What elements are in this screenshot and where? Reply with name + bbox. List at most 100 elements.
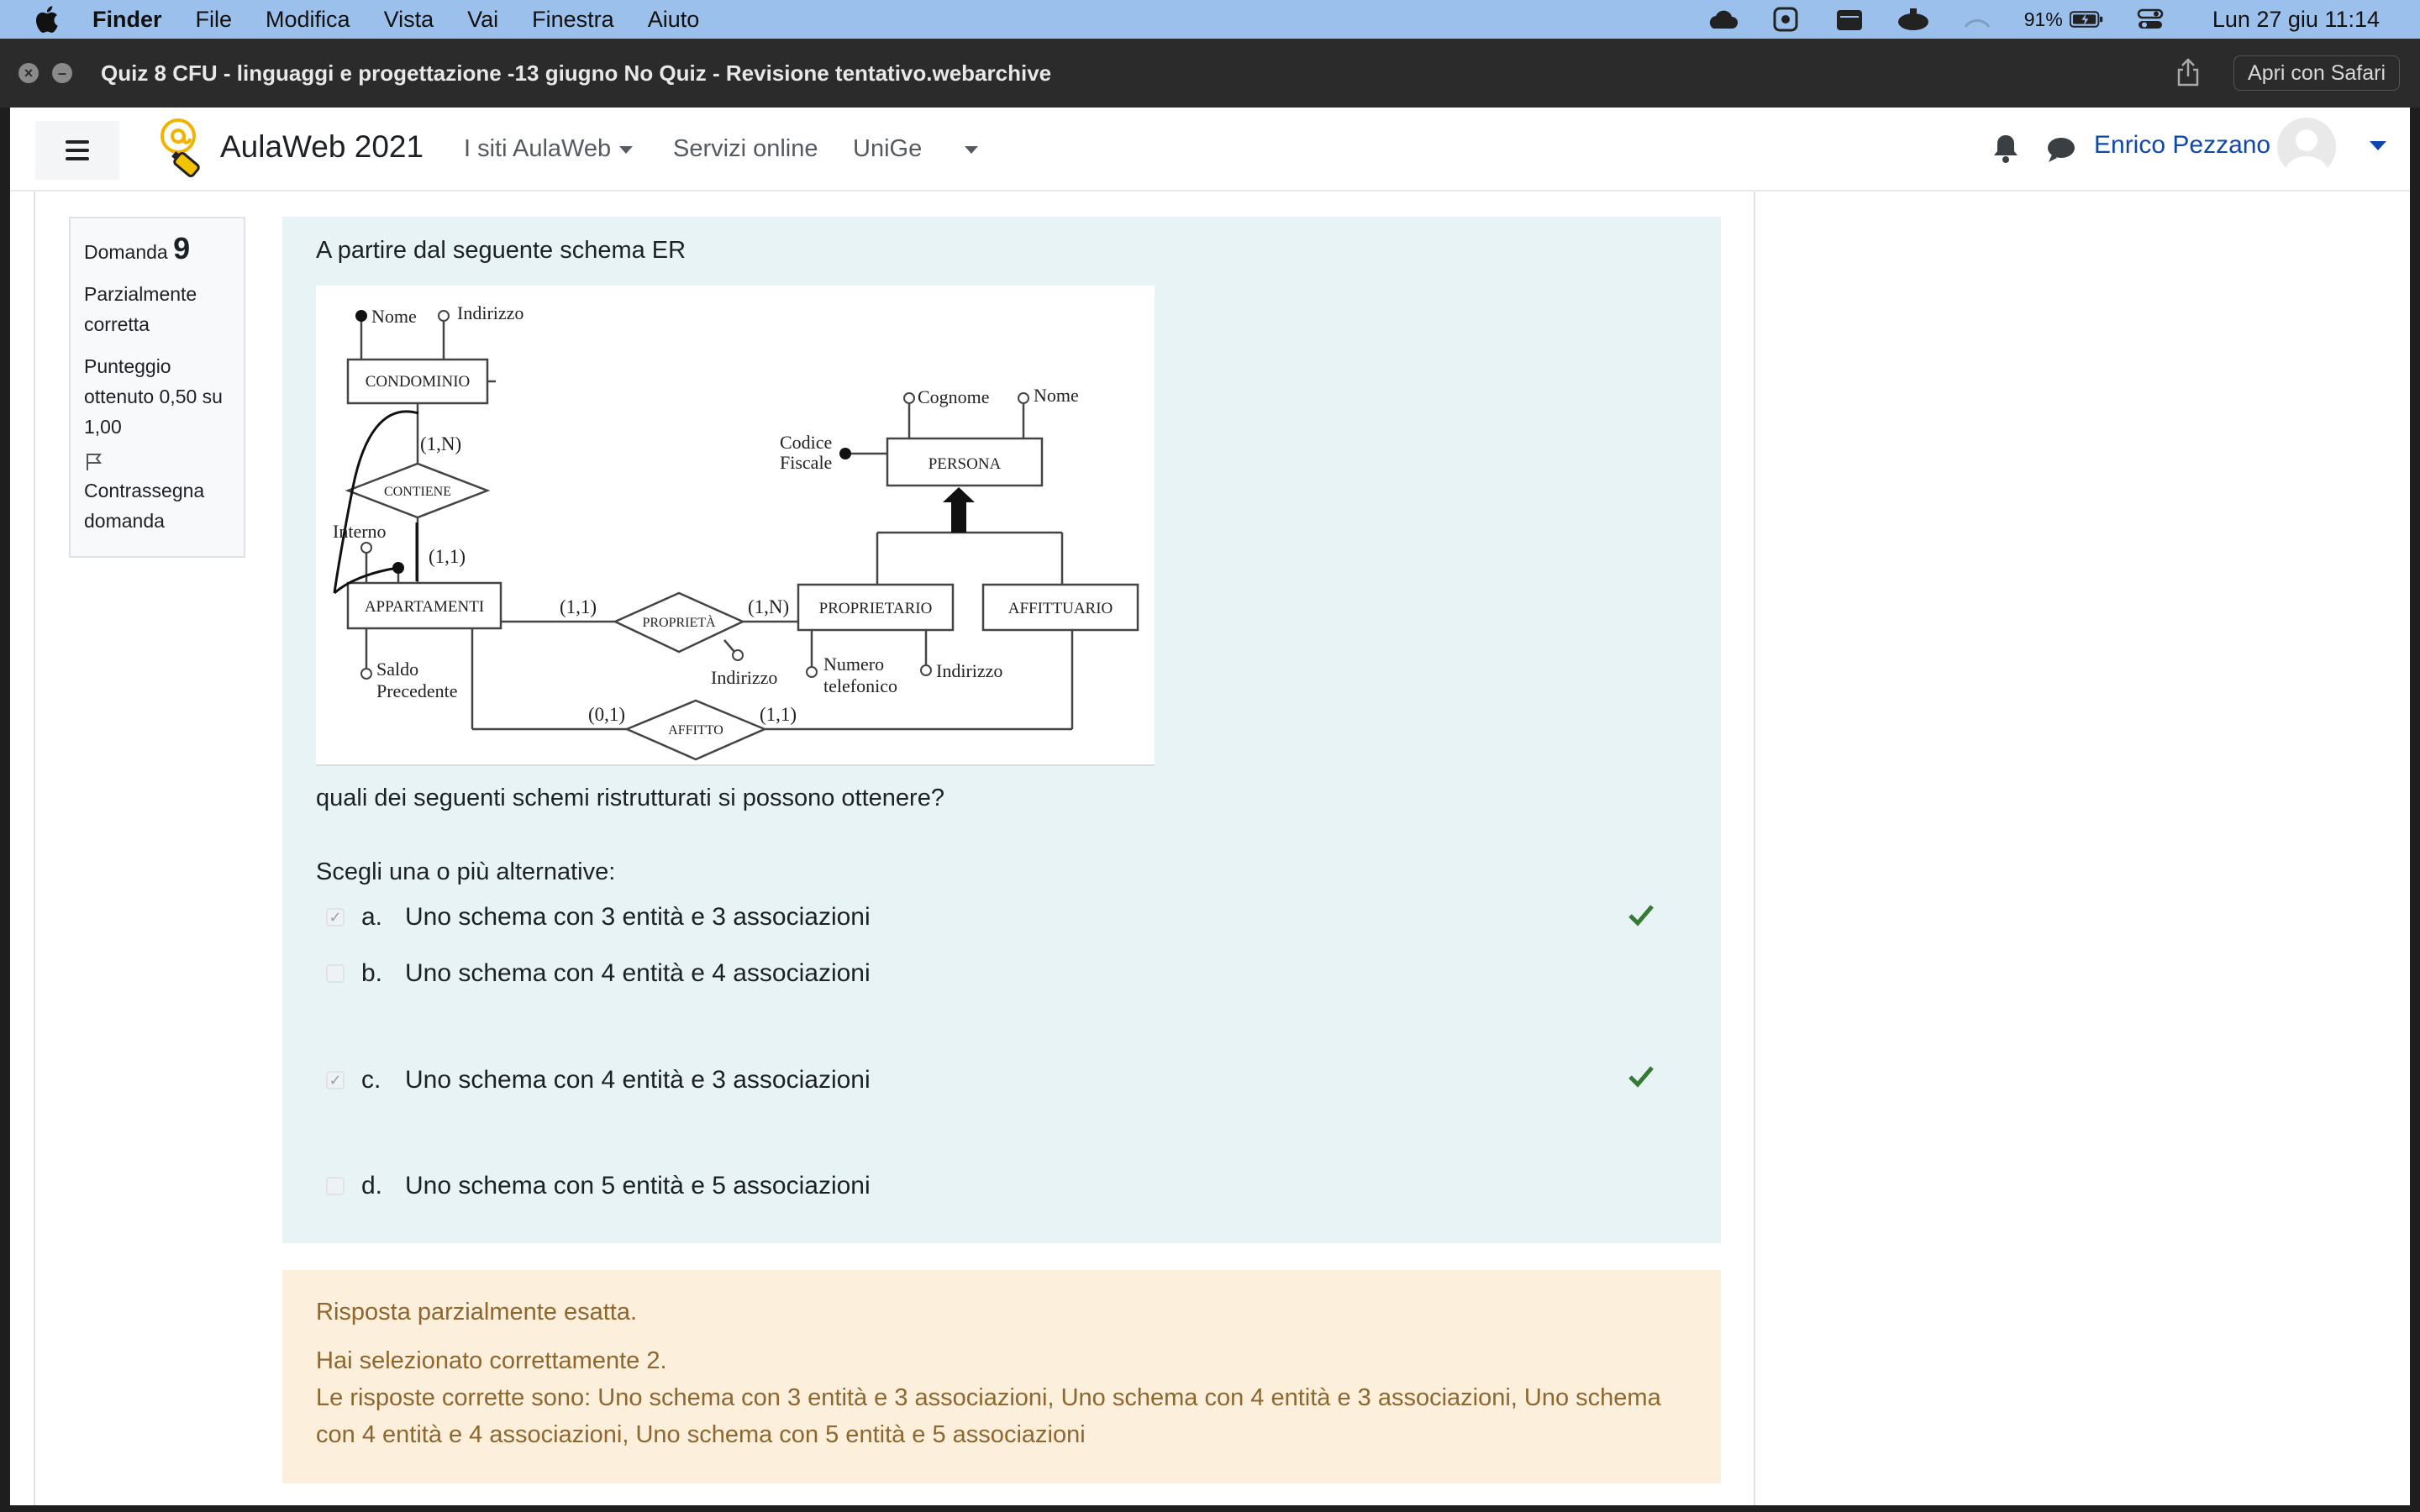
flag-icon[interactable] (84, 452, 104, 472)
option-c[interactable]: ✓ c. Uno schema con 4 entità e 3 associa… (326, 1062, 871, 1099)
nav-unige[interactable]: UniGe (853, 135, 922, 163)
feedback-selected: Hai selezionato correttamente 2. (316, 1347, 667, 1374)
content-right-border (1754, 192, 1755, 1505)
avatar-icon (2285, 129, 2328, 176)
er-card-affitto-appartamenti: (0,1) (588, 704, 625, 725)
feedback-panel: Risposta parzialmente esatta. Hai selezi… (282, 1270, 1721, 1483)
notification-bell-icon[interactable] (1991, 133, 2020, 165)
er-attr-precedente: Precedente (376, 680, 458, 701)
cast-icon[interactable] (1960, 7, 1994, 32)
er-card-proprieta-proprietario: (1,N) (748, 596, 789, 617)
share-icon[interactable] (2175, 57, 2202, 87)
menu-aiuto[interactable]: Aiuto (648, 7, 700, 33)
menu-app-finder[interactable]: Finder (92, 7, 162, 33)
question-score: Punteggio ottenuto 0,50 su 1,00 (84, 355, 223, 438)
menu-file[interactable]: File (196, 7, 233, 33)
question-number: 9 (173, 231, 191, 265)
user-avatar[interactable] (2277, 118, 2336, 176)
aulaweb-logo-icon[interactable] (158, 118, 203, 178)
user-menu-chevron-icon[interactable] (2370, 141, 2386, 150)
er-rel-contiene-label: CONTIENE (384, 485, 451, 499)
user-name[interactable]: Enrico Pezzano (2094, 131, 2270, 160)
nav-more-dropdown[interactable] (956, 135, 978, 163)
apple-icon[interactable] (34, 5, 59, 34)
menu-vista[interactable]: Vista (384, 7, 434, 33)
top-navbar: AulaWeb 2021 I siti AulaWeb Servizi onli… (10, 108, 2410, 192)
option-c-text: Uno schema con 4 entità e 3 associazioni (405, 1066, 871, 1094)
question-label: Domanda (84, 241, 168, 263)
minimize-window-icon[interactable]: – (52, 63, 72, 83)
answer-prompt: Scegli una o più alternative: (316, 858, 616, 885)
er-diagram: Nome Indirizzo Interno Saldo Precedente … (333, 302, 1139, 761)
er-attr-indirizzo-proprietario: Indirizzo (936, 660, 1002, 681)
er-card-proprieta-appartamenti: (1,1) (560, 596, 597, 617)
option-d-text: Uno schema con 5 entità e 5 associazioni (405, 1172, 871, 1200)
question-followup: quali dei seguenti schemi ristrutturati … (316, 785, 944, 811)
chevron-down-icon (619, 145, 634, 154)
option-c-letter: c. (361, 1066, 381, 1094)
option-d-checkbox[interactable] (326, 1177, 345, 1195)
er-entity-condominio-label: CONDOMINIO (366, 373, 471, 391)
option-b[interactable]: b. Uno schema con 4 entità e 4 associazi… (326, 955, 871, 992)
hamburger-menu-button[interactable] (35, 121, 119, 180)
correct-check-icon (1628, 905, 1654, 927)
er-attr-fiscale: Fiscale (780, 452, 832, 473)
cloud-icon[interactable] (1705, 7, 1739, 32)
option-b-text: Uno schema con 4 entità e 4 associazioni (405, 959, 871, 987)
er-attr-codice: Codice (780, 432, 832, 453)
er-attr-interno: Interno (333, 521, 387, 542)
battery-icon[interactable] (2069, 7, 2103, 32)
er-attr-indirizzo-proprieta: Indirizzo (711, 667, 777, 688)
option-b-letter: b. (361, 959, 383, 987)
option-d[interactable]: d. Uno schema con 5 entità e 5 associazi… (326, 1168, 871, 1205)
er-card-affitto-affittuario: (1,1) (760, 704, 797, 725)
menu-clock[interactable]: Lun 27 giu 11:14 (2212, 7, 2380, 33)
web-page: AulaWeb 2021 I siti AulaWeb Servizi onli… (10, 108, 2410, 1505)
menu-finestra[interactable]: Finestra (532, 7, 614, 33)
er-entity-appartamenti-label: APPARTAMENTI (365, 598, 484, 616)
er-entity-proprietario-label: PROPRIETARIO (819, 600, 933, 617)
er-attr-telefonico: telefonico (823, 675, 897, 696)
correct-check-icon (1628, 1066, 1654, 1088)
screen-record-icon[interactable] (1769, 7, 1802, 32)
app-status-icon[interactable] (1897, 7, 1930, 32)
menu-bar: Finder File Modifica Vista Vai Finestra … (0, 0, 2420, 39)
menu-modifica[interactable]: Modifica (266, 7, 350, 33)
er-entity-persona-label: PERSONA (929, 455, 1002, 473)
question-info-panel: Domanda 9 Parzialmente corretta Punteggi… (69, 217, 245, 558)
option-a-text: Uno schema con 3 entità e 3 associazioni (405, 903, 871, 931)
er-rel-affitto-label: AFFITTO (668, 723, 723, 738)
menu-vai[interactable]: Vai (467, 7, 498, 33)
nav-siti-aulaweb[interactable]: I siti AulaWeb (464, 135, 634, 163)
er-attr-indirizzo-condominio: Indirizzo (457, 302, 523, 323)
window-title-bar: × – Quiz 8 CFU - linguaggi e progettazio… (0, 39, 2420, 108)
option-a[interactable]: ✓ a. Uno schema con 3 entità e 3 associa… (326, 899, 871, 936)
messages-icon[interactable] (2045, 134, 2077, 165)
control-center-icon[interactable] (2133, 7, 2167, 32)
option-d-letter: d. (361, 1172, 383, 1200)
option-b-checkbox[interactable] (326, 964, 345, 983)
open-with-safari-button[interactable]: Apri con Safari (2233, 55, 2400, 91)
site-name[interactable]: AulaWeb 2021 (220, 129, 424, 165)
flag-question-link[interactable]: Contrassegna domanda (84, 475, 230, 536)
er-attr-nome-persona: Nome (1034, 385, 1079, 406)
er-attr-cognome: Cognome (918, 386, 990, 407)
nav-servizi-online[interactable]: Servizi online (673, 135, 818, 163)
er-attr-nome: Nome (371, 306, 417, 327)
er-card-contiene-appartamenti: (1,1) (429, 546, 466, 567)
option-a-checkbox[interactable]: ✓ (326, 908, 345, 927)
chevron-down-icon (965, 145, 978, 154)
question-intro: A partire dal seguente schema ER (316, 237, 687, 264)
er-diagram-image: Nome Indirizzo Interno Saldo Precedente … (316, 286, 1155, 766)
feedback-correct-answers: Le risposte corrette sono: Uno schema co… (316, 1384, 1661, 1448)
content-left-border (34, 192, 35, 1505)
window-title: Quiz 8 CFU - linguaggi e progettazione -… (101, 60, 1052, 86)
calendar-icon[interactable] (1833, 7, 1866, 32)
feedback-summary: Risposta parzialmente esatta. (316, 1299, 638, 1326)
er-card-contiene-condominio: (1,N) (420, 433, 461, 454)
nav-siti-aulaweb-label: I siti AulaWeb (464, 135, 612, 162)
option-c-checkbox[interactable]: ✓ (326, 1071, 345, 1089)
close-window-icon[interactable]: × (18, 63, 39, 83)
option-a-letter: a. (361, 903, 383, 931)
question-state: Parzialmente corretta (84, 283, 197, 335)
